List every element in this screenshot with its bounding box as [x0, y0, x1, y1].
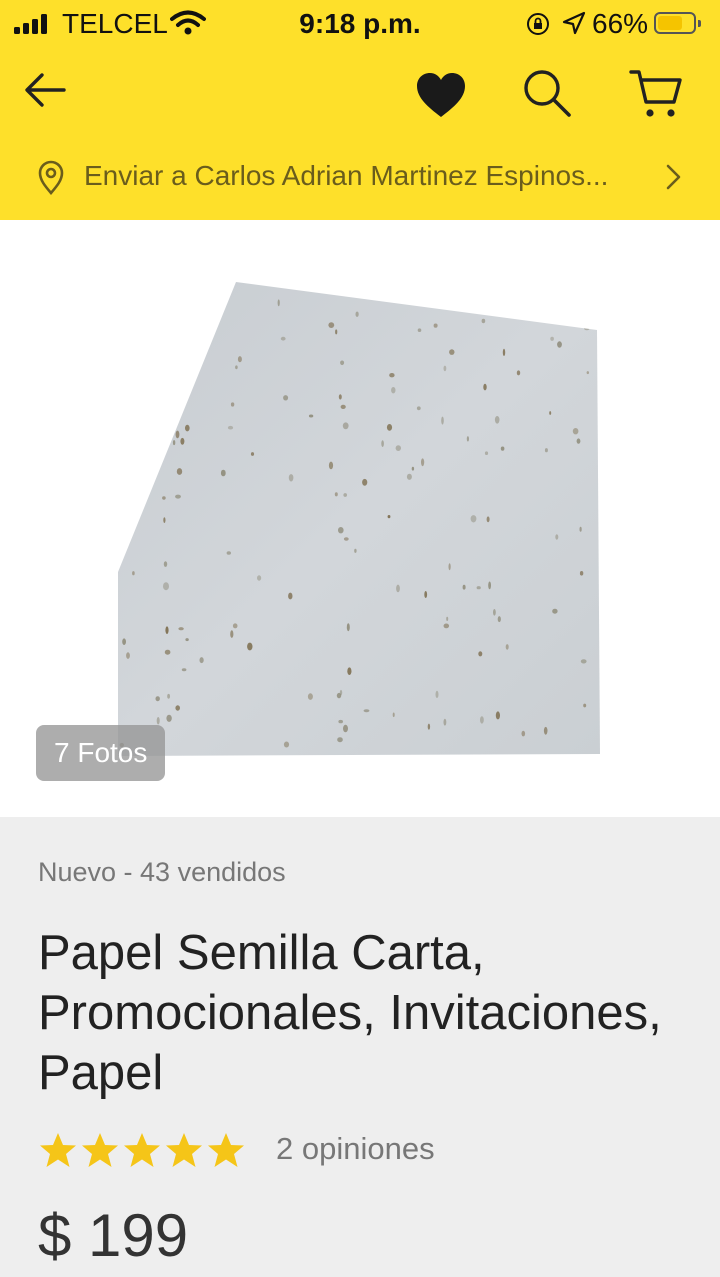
reviews-count[interactable]: 2 opiniones — [276, 1131, 435, 1167]
status-bar: TELCEL 9:18 p.m. 66% — [0, 0, 720, 48]
star-icon — [82, 1133, 118, 1167]
location-pin-icon — [38, 160, 64, 195]
product-gallery[interactable]: 7 Fotos — [0, 220, 720, 817]
star-icon — [166, 1133, 202, 1167]
back-arrow-icon[interactable] — [22, 68, 68, 112]
product-price: $ 199 — [38, 1202, 189, 1269]
star-icon — [208, 1133, 244, 1167]
product-info: Nuevo - 43 vendidos Papel Semilla Carta,… — [0, 817, 720, 1277]
rotation-lock-icon — [527, 13, 549, 35]
cart-icon[interactable] — [628, 68, 684, 120]
star-icon — [124, 1133, 160, 1167]
photo-count-badge[interactable]: 7 Fotos — [36, 725, 166, 781]
search-icon[interactable] — [520, 66, 574, 120]
heart-icon[interactable] — [414, 70, 468, 120]
shipping-address-bar[interactable]: Enviar a Carlos Adrian Martinez Espinos.… — [36, 158, 696, 198]
chevron-right-icon — [666, 164, 681, 190]
star-rating — [38, 1131, 258, 1174]
battery-percent: 66% — [592, 8, 649, 39]
product-title: Papel Semilla Carta, Promocionales, Invi… — [38, 926, 662, 1100]
battery-icon — [654, 12, 701, 34]
condition-sold-count: Nuevo - 43 vendidos — [38, 857, 286, 887]
location-arrow-icon — [562, 11, 586, 35]
star-icon — [40, 1133, 76, 1167]
shipping-address-text: Enviar a Carlos Adrian Martinez Espinos.… — [84, 160, 609, 191]
